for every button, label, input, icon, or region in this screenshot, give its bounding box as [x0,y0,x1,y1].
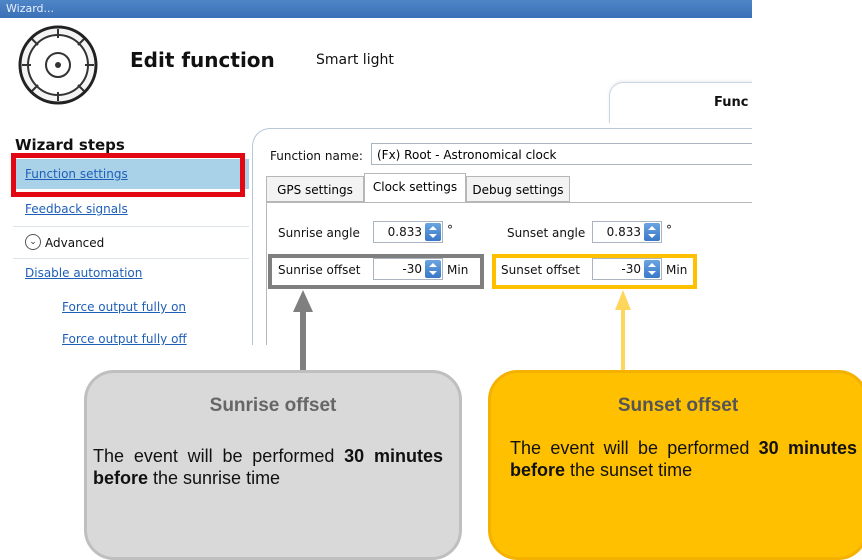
callout-title: Sunset offset [617,395,739,416]
callout-text-start: The event will be performed [510,438,759,458]
callout-text-end: the sunset time [565,460,693,480]
callout-text: The event will be performed 30 minutes b… [93,445,443,489]
sunrise-arrow [293,290,313,371]
tab-clock-settings[interactable]: Clock settings [364,173,466,202]
callout-text-start: The event will be performed [93,446,345,466]
callout-text-end: the sunrise time [148,468,281,488]
sunset-offset-callout: Sunset offset The event will be performe… [488,370,862,560]
sunset-arrow [615,290,631,371]
callout-title: Sunrise offset [209,395,337,416]
callout-text: The event will be performed 30 minutes b… [510,437,857,481]
sunrise-offset-callout: Sunrise offset The event will be perform… [84,370,462,560]
